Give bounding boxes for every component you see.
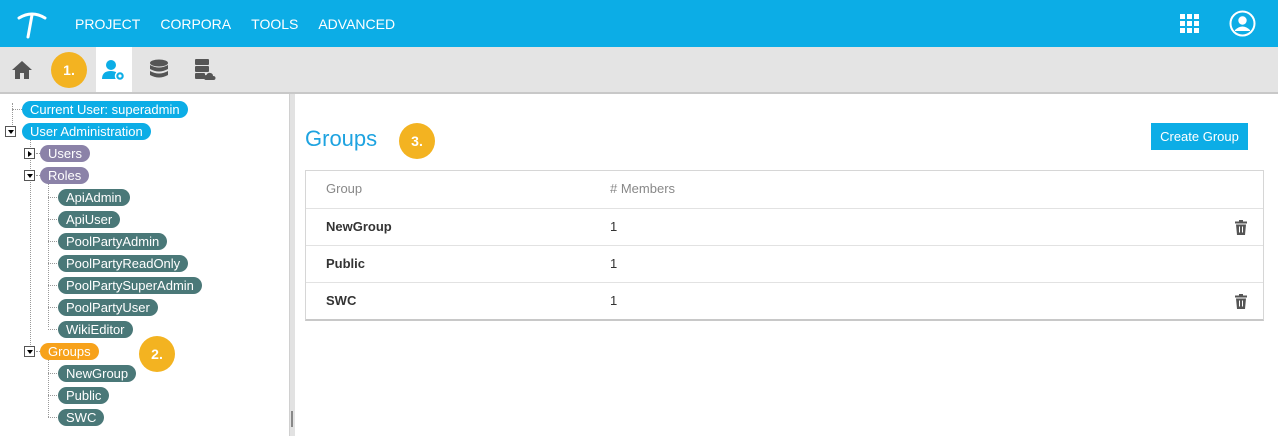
tree-node-role[interactable]: PoolPartySuperAdmin <box>58 277 202 294</box>
nav-advanced[interactable]: ADVANCED <box>318 16 395 32</box>
tree-toggle-users[interactable] <box>24 148 35 159</box>
logo-icon[interactable] <box>16 9 48 39</box>
tree-node-current-user[interactable]: Current User: superadmin <box>22 101 188 118</box>
tree-toggle-user-admin[interactable] <box>5 126 16 137</box>
top-bar: PROJECT CORPORA TOOLS ADVANCED <box>0 0 1278 47</box>
table-header: Group # Members <box>306 171 1263 208</box>
tree-node-role[interactable]: WikiEditor <box>58 321 133 338</box>
user-avatar-icon[interactable] <box>1229 10 1256 37</box>
apps-grid-icon[interactable] <box>1180 14 1199 33</box>
table-row[interactable]: NewGroup 1 <box>306 208 1263 245</box>
database-button[interactable] <box>141 47 177 92</box>
tree-toggle-roles[interactable] <box>24 170 35 181</box>
tree-node-roles[interactable]: Roles <box>40 167 90 184</box>
group-name: SWC <box>326 293 357 308</box>
groups-table: Group # Members NewGroup 1 Public 1 SWC … <box>305 170 1264 321</box>
tree-node-role[interactable]: PoolPartyUser <box>58 299 158 316</box>
tree-node-role[interactable]: ApiAdmin <box>58 189 130 206</box>
user-settings-icon <box>102 59 126 81</box>
table-row[interactable]: Public 1 <box>306 245 1263 282</box>
group-name: NewGroup <box>326 219 392 234</box>
tree-node-group[interactable]: Public <box>58 387 110 404</box>
step-badge: 3. <box>399 123 435 159</box>
home-button[interactable] <box>4 47 40 92</box>
group-name: Public <box>326 256 366 271</box>
table-row[interactable]: SWC 1 <box>306 282 1263 319</box>
column-header-group[interactable]: Group <box>326 171 362 207</box>
step-badge: 1. <box>51 52 87 88</box>
member-count: 1 <box>610 219 618 234</box>
tree-node-group[interactable]: SWC <box>58 409 105 426</box>
trash-icon[interactable] <box>1234 294 1248 309</box>
tree-node-role[interactable]: PoolPartyAdmin <box>58 233 168 250</box>
splitter-grip-icon[interactable] <box>291 411 293 427</box>
nav-corpora[interactable]: CORPORA <box>160 16 231 32</box>
member-count: 1 <box>610 256 618 271</box>
nav-tools[interactable]: TOOLS <box>251 16 298 32</box>
nav-project[interactable]: PROJECT <box>75 16 140 32</box>
tree-node-user-administration[interactable]: User Administration <box>22 123 151 140</box>
collapse-icon <box>8 130 14 134</box>
sidebar-tree: Current User: superadmin User Administra… <box>0 94 292 436</box>
tree-node-role[interactable]: PoolPartyReadOnly <box>58 255 189 272</box>
user-admin-button[interactable] <box>96 47 132 92</box>
main-nav: PROJECT CORPORA TOOLS ADVANCED <box>75 0 415 47</box>
tree-node-group[interactable]: NewGroup <box>58 365 137 382</box>
tree-node-users[interactable]: Users <box>40 145 90 162</box>
trash-icon[interactable] <box>1234 220 1248 235</box>
home-icon <box>12 60 32 79</box>
tree-toggle-groups[interactable] <box>24 346 35 357</box>
toolbar: 1. <box>0 47 1278 94</box>
server-cloud-button[interactable] <box>187 47 223 92</box>
server-cloud-icon <box>195 58 216 80</box>
page-title: Groups <box>305 126 378 151</box>
collapse-icon <box>27 350 33 354</box>
step-badge: 2. <box>139 336 175 372</box>
column-header-members[interactable]: # Members <box>610 171 675 207</box>
collapse-icon <box>27 174 33 178</box>
member-count: 1 <box>610 293 618 308</box>
main-panel: Groups 3. Create Group Group # Members N… <box>295 94 1278 436</box>
database-icon <box>150 59 168 77</box>
expand-icon <box>28 151 32 157</box>
create-group-button[interactable]: Create Group <box>1151 123 1248 150</box>
tree-node-role[interactable]: ApiUser <box>58 211 121 228</box>
tree-node-groups[interactable]: Groups <box>40 343 99 360</box>
